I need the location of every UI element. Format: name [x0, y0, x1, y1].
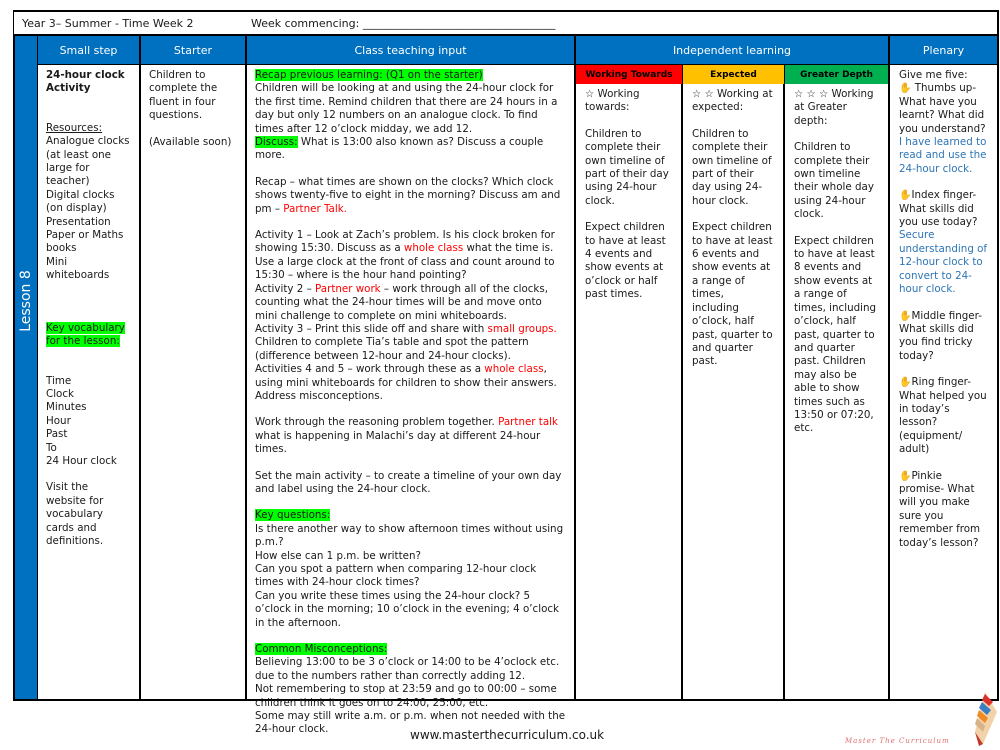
footer-url[interactable]: www.masterthecurriculum.co.uk: [410, 728, 604, 742]
plenary-intro: Give me five:: [899, 69, 968, 81]
page-title: Year 3– Summer - Time Week 2: [22, 17, 194, 30]
misconceptions-heading: Common Misconceptions:: [255, 643, 388, 656]
resource-item: Analogue clocks (at least one large for …: [46, 135, 130, 188]
vocab-item: Past: [46, 428, 68, 441]
activity45-emphasis: whole class: [484, 363, 544, 376]
key-question: Can you spot a pattern when comparing 12…: [255, 563, 537, 589]
hand-icon: ✋: [899, 190, 912, 202]
starter-cell: Children to complete the fluent in four …: [141, 65, 247, 699]
week-commencing: Week commencing: _______________________…: [251, 17, 556, 30]
vocab-item: 24 Hour clock: [46, 454, 117, 467]
thumb-answer: I have learned to read and use the 24-ho…: [899, 136, 987, 175]
vocab-heading: Key vocabulary for the lesson:: [46, 321, 125, 348]
working-towards-heading: Working towards:: [585, 88, 640, 114]
activity3-emphasis: small groups.: [487, 322, 557, 335]
misconception: Not remembering to stop at 23:59 and go …: [255, 683, 557, 709]
resource-item: Presentation: [46, 215, 111, 228]
lesson-label: Lesson 8: [18, 270, 34, 332]
activity3-text: Activity 3 – Print this slide off and sh…: [255, 322, 488, 335]
activity2-text: Activity 2 –: [255, 282, 316, 295]
starter-availability: (Available soon): [149, 135, 232, 148]
resource-item: Mini whiteboards: [46, 255, 110, 282]
ring-prompt: Ring finger- What helped you in today’s …: [899, 376, 987, 456]
recap2-emphasis: Partner Talk.: [283, 202, 347, 215]
reasoning-text-end: what is happening in Malachi’s day at di…: [255, 429, 541, 456]
lesson-plan-table: Lesson 8 Small step Starter Class teachi…: [13, 34, 999, 735]
level-expected: Expected: [683, 65, 785, 84]
website-note: Visit the website for vocabulary cards a…: [46, 481, 104, 547]
page-header: Year 3– Summer - Time Week 2 Week commen…: [13, 10, 999, 34]
greater-depth-expectation: Expect children to have at least 8 event…: [794, 234, 877, 435]
activity2-emphasis: Partner work: [315, 282, 381, 295]
small-step-title: 24-hour clock Activity: [46, 69, 125, 95]
index-prompt: Index finger- What skills did you use to…: [899, 189, 978, 229]
working-towards-task: Children to complete their own timeline …: [585, 127, 669, 207]
header-small-step: Small step: [38, 36, 141, 65]
expected-expectation: Expect children to have at least 6 event…: [692, 221, 773, 368]
main-activity-text: Set the main activity – to create a time…: [255, 469, 562, 495]
resource-item: Paper or Maths books: [46, 229, 124, 255]
level-greater-depth: Greater Depth: [785, 65, 890, 84]
activity1-emphasis: whole class: [403, 242, 464, 255]
expected-task: Children to complete their own timeline …: [692, 127, 772, 207]
star-icon: ☆ ☆: [692, 88, 714, 100]
star-icon: ☆: [585, 88, 595, 100]
header-plenary: Plenary: [890, 36, 997, 65]
reasoning-emphasis: Partner talk: [494, 416, 558, 429]
header-independent-learning: Independent learning: [576, 36, 890, 65]
class-teaching-cell: Recap previous learning: (Q1 on the star…: [247, 65, 576, 735]
vocab-item: To: [46, 441, 57, 454]
hand-icon: ✋: [899, 83, 912, 95]
vocab-item: Hour: [46, 414, 71, 427]
reasoning-text: Work through the reasoning problem toget…: [255, 416, 495, 429]
hand-icon: ✋: [899, 377, 912, 389]
expected-cell: ☆ ☆ Working at expected: Children to com…: [683, 84, 785, 699]
thumb-prompt: Thumbs up- What have you learnt? What di…: [899, 82, 986, 135]
greater-depth-cell: ☆ ☆ ☆ Working at Greater depth: Children…: [785, 84, 890, 699]
hand-icon: ✋: [899, 470, 912, 482]
star-icon: ☆ ☆ ☆: [794, 88, 829, 100]
hand-icon: ✋: [899, 310, 912, 322]
vocab-item: Time: [46, 374, 72, 387]
misconception: Believing 13:00 to be 3 o’clock or 14:00…: [255, 656, 560, 682]
logo-text: Master The Curriculum: [845, 737, 950, 745]
level-working-towards: Working Towards: [576, 65, 683, 84]
pinkie-prompt: Pinkie promise- What will you make sure …: [899, 469, 981, 549]
greater-depth-task: Children to complete their own timeline …: [794, 141, 874, 221]
header-class-teaching: Class teaching input: [247, 36, 576, 65]
resource-item: Digital clocks (on display): [46, 188, 115, 215]
activity45-text: Activities 4 and 5 – work through these …: [255, 363, 485, 376]
plenary-cell: Give me five: ✋ Thumbs up- What have you…: [890, 65, 997, 699]
vocab-item: Minutes: [46, 401, 87, 414]
lesson-strip: Lesson 8: [15, 36, 38, 699]
activity3-text-end: Children to complete Tia’s table and spo…: [255, 336, 529, 362]
middle-prompt: Middle finger- What skills did you find …: [899, 309, 982, 362]
working-towards-expectation: Expect children to have at least 4 event…: [585, 221, 666, 301]
vocab-item: Clock: [46, 387, 74, 400]
recap-text: Children will be looking at and using th…: [255, 82, 558, 135]
resources-heading: Resources:: [46, 121, 103, 134]
key-question: Can you write these times using the 24-h…: [255, 589, 559, 629]
discuss-label: Discuss:: [255, 136, 298, 149]
key-question: How else can 1 p.m. be written?: [255, 549, 421, 562]
recap-heading: Recap previous learning: (Q1 on the star…: [255, 69, 483, 81]
header-starter: Starter: [141, 36, 247, 65]
key-questions-heading: Key questions:: [255, 509, 331, 522]
working-towards-cell: ☆ Working towards: Children to complete …: [576, 84, 683, 699]
starter-text: Children to complete the fluent in four …: [149, 69, 218, 122]
discuss-text: What is 13:00 also known as? Discuss a c…: [255, 136, 544, 162]
small-step-cell: 24-hour clock Activity Resources: Analog…: [38, 65, 141, 699]
index-answer: Secure understanding of 12-hour clock to…: [899, 229, 988, 296]
pencil-logo-icon: [975, 692, 997, 746]
key-question: Is there another way to show afternoon t…: [255, 522, 564, 549]
